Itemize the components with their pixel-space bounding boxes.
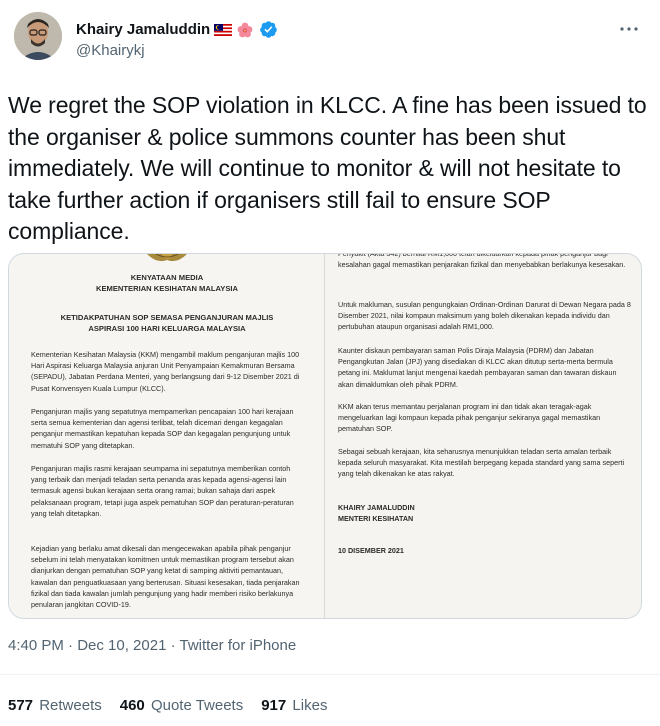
tweet-media-image[interactable]: KENYATAAN MEDIA KEMENTERIAN KESIHATAN MA… bbox=[8, 253, 642, 619]
tweet-stats: 577 Retweets 460 Quote Tweets 917 Likes bbox=[8, 697, 327, 714]
press-paragraph: Sebagai sebuah kerajaan, kita seharusnya… bbox=[338, 447, 625, 479]
press-subject: KETIDAKPATUHAN SOP SEMASA PENGANJURAN MA… bbox=[60, 313, 274, 333]
press-paragraph: Penyakit (Akta 342) bernilai RM1,000 tel… bbox=[338, 253, 626, 270]
verified-badge-icon bbox=[259, 20, 278, 39]
signature-title: MENTERI KESIHATAN bbox=[338, 514, 414, 523]
likes-stat[interactable]: 917 Likes bbox=[261, 697, 327, 714]
press-paragraph: Penganjuran majlis rasmi kerajaan seumpa… bbox=[31, 464, 294, 518]
more-options-icon[interactable] bbox=[618, 18, 640, 40]
press-paragraph: KKM akan terus memantau perjalanan progr… bbox=[338, 402, 601, 434]
tweet-text: We regret the SOP violation in KLCC. A f… bbox=[8, 92, 647, 244]
press-release-page-left: KENYATAAN MEDIA KEMENTERIAN KESIHATAN MA… bbox=[9, 254, 325, 618]
likes-label: Likes bbox=[292, 697, 328, 714]
retweets-count: 577 bbox=[8, 697, 34, 714]
government-crest-icon bbox=[127, 254, 207, 266]
signature-name: KHAIRY JAMALUDDIN bbox=[338, 503, 415, 512]
avatar[interactable] bbox=[14, 12, 62, 60]
likes-count: 917 bbox=[261, 697, 287, 714]
malaysia-flag-icon bbox=[214, 23, 233, 37]
retweets-label: Retweets bbox=[39, 697, 102, 714]
author-name-row[interactable]: Khairy Jamaluddin bbox=[76, 20, 278, 39]
hibiscus-icon bbox=[236, 22, 254, 37]
press-release-page-right: Penyakit (Akta 342) bernilai RM1,000 tel… bbox=[326, 253, 641, 618]
quote-tweets-label: Quote Tweets bbox=[150, 697, 244, 714]
tweet-header: Khairy Jamaluddin @Khairykj bbox=[0, 0, 660, 80]
press-date: 10 DISEMBER 2021 bbox=[338, 546, 404, 555]
press-header-ministry: KEMENTERIAN KESIHATAN MALAYSIA bbox=[95, 284, 239, 293]
divider bbox=[0, 674, 660, 675]
press-header-title: KENYATAAN MEDIA bbox=[130, 273, 204, 282]
tweet-timestamp[interactable]: 4:40 PM · Dec 10, 2021 · Twitter for iPh… bbox=[8, 637, 296, 654]
author-name[interactable]: Khairy Jamaluddin bbox=[76, 21, 210, 38]
press-paragraph: Penganjuran majlis yang sepatutnya mempa… bbox=[31, 407, 294, 450]
quote-tweets-count: 460 bbox=[119, 697, 145, 714]
quote-tweets-stat[interactable]: 460 Quote Tweets bbox=[120, 697, 243, 714]
press-paragraph: Kejadian yang berlaku amat dikesali dan … bbox=[31, 544, 300, 610]
press-paragraph: Kementerian Kesihatan Malaysia (KKM) men… bbox=[31, 350, 300, 393]
author-handle[interactable]: @Khairykj bbox=[76, 42, 145, 59]
retweets-stat[interactable]: 577 Retweets bbox=[8, 697, 102, 714]
press-paragraph: Untuk makluman, susulan pengungkaian Ord… bbox=[338, 300, 631, 332]
press-paragraph: Kaunter diskaun pembayaran saman Polis D… bbox=[338, 346, 617, 389]
